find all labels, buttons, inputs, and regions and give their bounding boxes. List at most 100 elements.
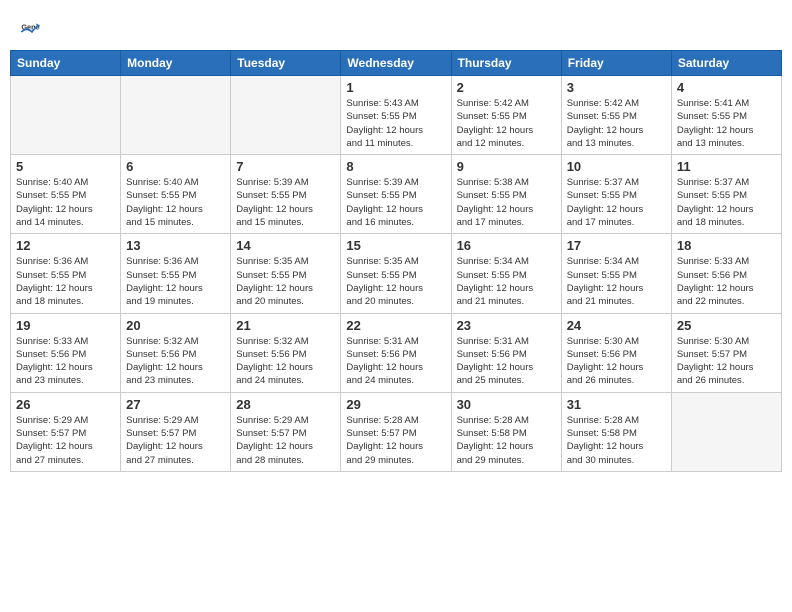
calendar-cell: 3 Sunrise: 5:42 AM Sunset: 5:55 PM Daylig… bbox=[561, 76, 671, 155]
day-info: Sunrise: 5:40 AM Sunset: 5:55 PM Dayligh… bbox=[126, 176, 225, 229]
day-number: 2 bbox=[457, 80, 556, 95]
day-header-monday: Monday bbox=[121, 51, 231, 76]
day-number: 12 bbox=[16, 238, 115, 253]
calendar-cell: 14 Sunrise: 5:35 AM Sunset: 5:55 PM Dayli… bbox=[231, 234, 341, 313]
day-number: 3 bbox=[567, 80, 666, 95]
day-number: 15 bbox=[346, 238, 445, 253]
day-info: Sunrise: 5:37 AM Sunset: 5:55 PM Dayligh… bbox=[677, 176, 776, 229]
calendar-week-1: 1 Sunrise: 5:43 AM Sunset: 5:55 PM Daylig… bbox=[11, 76, 782, 155]
calendar-cell: 26Sunrise: 5:29 AM Sunset: 5:57 PM Dayli… bbox=[11, 392, 121, 471]
day-info: Sunrise: 5:28 AM Sunset: 5:58 PM Dayligh… bbox=[567, 414, 666, 467]
day-header-friday: Friday bbox=[561, 51, 671, 76]
day-info: Sunrise: 5:43 AM Sunset: 5:55 PM Dayligh… bbox=[346, 97, 445, 150]
day-number: 16 bbox=[457, 238, 556, 253]
calendar-cell: 5Sunrise: 5:40 AM Sunset: 5:55 PM Daylig… bbox=[11, 155, 121, 234]
calendar-cell: 4 Sunrise: 5:41 AM Sunset: 5:55 PM Daylig… bbox=[671, 76, 781, 155]
day-number: 27 bbox=[126, 397, 225, 412]
calendar-cell: 31 Sunrise: 5:28 AM Sunset: 5:58 PM Dayli… bbox=[561, 392, 671, 471]
calendar-cell: 9 Sunrise: 5:38 AM Sunset: 5:55 PM Daylig… bbox=[451, 155, 561, 234]
day-header-saturday: Saturday bbox=[671, 51, 781, 76]
calendar-table: SundayMondayTuesdayWednesdayThursdayFrid… bbox=[10, 50, 782, 472]
day-header-sunday: Sunday bbox=[11, 51, 121, 76]
day-number: 29 bbox=[346, 397, 445, 412]
calendar-cell: 20Sunrise: 5:32 AM Sunset: 5:56 PM Dayli… bbox=[121, 313, 231, 392]
day-info: Sunrise: 5:36 AM Sunset: 5:55 PM Dayligh… bbox=[16, 255, 115, 308]
day-header-wednesday: Wednesday bbox=[341, 51, 451, 76]
day-info: Sunrise: 5:33 AM Sunset: 5:56 PM Dayligh… bbox=[677, 255, 776, 308]
calendar-cell bbox=[671, 392, 781, 471]
day-number: 4 bbox=[677, 80, 776, 95]
day-number: 28 bbox=[236, 397, 335, 412]
day-number: 31 bbox=[567, 397, 666, 412]
day-info: Sunrise: 5:29 AM Sunset: 5:57 PM Dayligh… bbox=[126, 414, 225, 467]
day-number: 21 bbox=[236, 318, 335, 333]
day-info: Sunrise: 5:39 AM Sunset: 5:55 PM Dayligh… bbox=[346, 176, 445, 229]
day-info: Sunrise: 5:33 AM Sunset: 5:56 PM Dayligh… bbox=[16, 335, 115, 388]
calendar-header-row: SundayMondayTuesdayWednesdayThursdayFrid… bbox=[11, 51, 782, 76]
day-info: Sunrise: 5:36 AM Sunset: 5:55 PM Dayligh… bbox=[126, 255, 225, 308]
calendar-cell bbox=[121, 76, 231, 155]
day-number: 18 bbox=[677, 238, 776, 253]
calendar-cell bbox=[11, 76, 121, 155]
day-header-tuesday: Tuesday bbox=[231, 51, 341, 76]
day-info: Sunrise: 5:30 AM Sunset: 5:57 PM Dayligh… bbox=[677, 335, 776, 388]
day-info: Sunrise: 5:41 AM Sunset: 5:55 PM Dayligh… bbox=[677, 97, 776, 150]
calendar-cell: 16 Sunrise: 5:34 AM Sunset: 5:55 PM Dayli… bbox=[451, 234, 561, 313]
day-info: Sunrise: 5:35 AM Sunset: 5:55 PM Dayligh… bbox=[236, 255, 335, 308]
calendar-cell: 13 Sunrise: 5:36 AM Sunset: 5:55 PM Dayli… bbox=[121, 234, 231, 313]
calendar-cell: 2 Sunrise: 5:42 AM Sunset: 5:55 PM Daylig… bbox=[451, 76, 561, 155]
day-info: Sunrise: 5:29 AM Sunset: 5:57 PM Dayligh… bbox=[16, 414, 115, 467]
day-info: Sunrise: 5:38 AM Sunset: 5:55 PM Dayligh… bbox=[457, 176, 556, 229]
calendar-cell: 8 Sunrise: 5:39 AM Sunset: 5:55 PM Daylig… bbox=[341, 155, 451, 234]
day-number: 23 bbox=[457, 318, 556, 333]
calendar-cell: 7Sunrise: 5:39 AM Sunset: 5:55 PM Daylig… bbox=[231, 155, 341, 234]
calendar-cell: 17 Sunrise: 5:34 AM Sunset: 5:55 PM Dayli… bbox=[561, 234, 671, 313]
page-header: General bbox=[10, 10, 782, 45]
calendar-cell: 23 Sunrise: 5:31 AM Sunset: 5:56 PM Dayli… bbox=[451, 313, 561, 392]
calendar-cell: 12 Sunrise: 5:36 AM Sunset: 5:55 PM Dayli… bbox=[11, 234, 121, 313]
day-info: Sunrise: 5:32 AM Sunset: 5:56 PM Dayligh… bbox=[126, 335, 225, 388]
day-info: Sunrise: 5:28 AM Sunset: 5:58 PM Dayligh… bbox=[457, 414, 556, 467]
calendar-cell: 18 Sunrise: 5:33 AM Sunset: 5:56 PM Dayli… bbox=[671, 234, 781, 313]
day-number: 8 bbox=[346, 159, 445, 174]
day-info: Sunrise: 5:42 AM Sunset: 5:55 PM Dayligh… bbox=[567, 97, 666, 150]
calendar-cell: 30 Sunrise: 5:28 AM Sunset: 5:58 PM Dayli… bbox=[451, 392, 561, 471]
day-info: Sunrise: 5:34 AM Sunset: 5:55 PM Dayligh… bbox=[567, 255, 666, 308]
calendar-cell: 27 Sunrise: 5:29 AM Sunset: 5:57 PM Dayli… bbox=[121, 392, 231, 471]
calendar-cell: 22Sunrise: 5:31 AM Sunset: 5:56 PM Dayli… bbox=[341, 313, 451, 392]
calendar-cell: 25 Sunrise: 5:30 AM Sunset: 5:57 PM Dayli… bbox=[671, 313, 781, 392]
calendar-cell: 24 Sunrise: 5:30 AM Sunset: 5:56 PM Dayli… bbox=[561, 313, 671, 392]
day-number: 25 bbox=[677, 318, 776, 333]
day-number: 1 bbox=[346, 80, 445, 95]
day-info: Sunrise: 5:30 AM Sunset: 5:56 PM Dayligh… bbox=[567, 335, 666, 388]
day-header-thursday: Thursday bbox=[451, 51, 561, 76]
day-number: 30 bbox=[457, 397, 556, 412]
logo-icon: General bbox=[20, 20, 40, 40]
day-number: 10 bbox=[567, 159, 666, 174]
calendar-cell: 21 Sunrise: 5:32 AM Sunset: 5:56 PM Dayli… bbox=[231, 313, 341, 392]
day-info: Sunrise: 5:42 AM Sunset: 5:55 PM Dayligh… bbox=[457, 97, 556, 150]
calendar-cell: 19 Sunrise: 5:33 AM Sunset: 5:56 PM Dayli… bbox=[11, 313, 121, 392]
calendar-cell bbox=[231, 76, 341, 155]
day-info: Sunrise: 5:34 AM Sunset: 5:55 PM Dayligh… bbox=[457, 255, 556, 308]
calendar-week-3: 12 Sunrise: 5:36 AM Sunset: 5:55 PM Dayli… bbox=[11, 234, 782, 313]
calendar-cell: 10 Sunrise: 5:37 AM Sunset: 5:55 PM Dayli… bbox=[561, 155, 671, 234]
day-number: 17 bbox=[567, 238, 666, 253]
day-info: Sunrise: 5:31 AM Sunset: 5:56 PM Dayligh… bbox=[346, 335, 445, 388]
calendar-week-5: 26Sunrise: 5:29 AM Sunset: 5:57 PM Dayli… bbox=[11, 392, 782, 471]
logo: General bbox=[20, 20, 42, 40]
day-number: 13 bbox=[126, 238, 225, 253]
calendar-week-4: 19 Sunrise: 5:33 AM Sunset: 5:56 PM Dayli… bbox=[11, 313, 782, 392]
calendar-cell: 28Sunrise: 5:29 AM Sunset: 5:57 PM Dayli… bbox=[231, 392, 341, 471]
day-number: 9 bbox=[457, 159, 556, 174]
day-info: Sunrise: 5:31 AM Sunset: 5:56 PM Dayligh… bbox=[457, 335, 556, 388]
day-number: 19 bbox=[16, 318, 115, 333]
day-number: 24 bbox=[567, 318, 666, 333]
day-info: Sunrise: 5:28 AM Sunset: 5:57 PM Dayligh… bbox=[346, 414, 445, 467]
day-info: Sunrise: 5:32 AM Sunset: 5:56 PM Dayligh… bbox=[236, 335, 335, 388]
day-info: Sunrise: 5:37 AM Sunset: 5:55 PM Dayligh… bbox=[567, 176, 666, 229]
day-number: 14 bbox=[236, 238, 335, 253]
calendar-week-2: 5Sunrise: 5:40 AM Sunset: 5:55 PM Daylig… bbox=[11, 155, 782, 234]
day-number: 7 bbox=[236, 159, 335, 174]
day-info: Sunrise: 5:35 AM Sunset: 5:55 PM Dayligh… bbox=[346, 255, 445, 308]
